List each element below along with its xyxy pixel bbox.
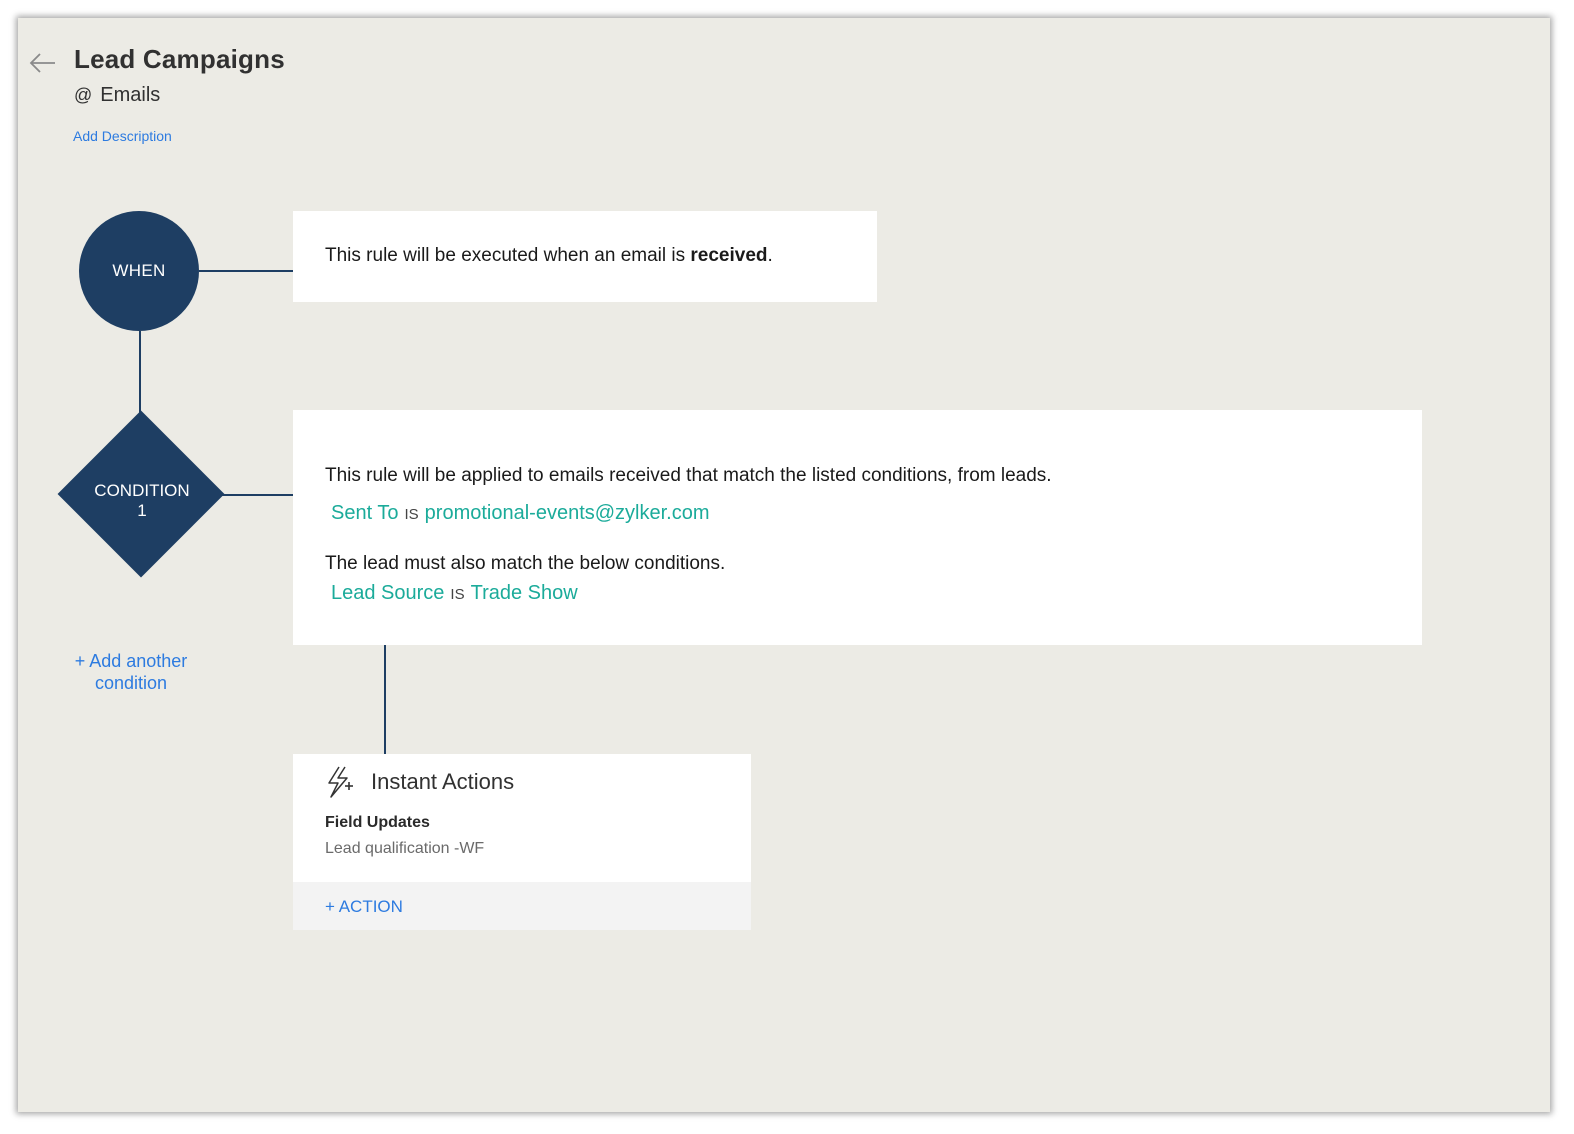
add-action-button[interactable]: + ACTION bbox=[325, 897, 403, 917]
criteria-field: Lead Source bbox=[331, 582, 445, 604]
instant-actions-header: Instant Actions bbox=[325, 766, 514, 798]
condition-criteria-sent-to: Sent To IS promotional-events@zylker.com bbox=[331, 502, 710, 525]
lead-conditions-intro: The lead must also match the below condi… bbox=[325, 553, 726, 574]
when-description: This rule will be executed when an email… bbox=[325, 245, 773, 267]
instant-actions-card: Instant Actions Field Updates Lead quali… bbox=[293, 754, 751, 930]
instant-actions-title: Instant Actions bbox=[371, 769, 515, 794]
when-text-prefix: This rule will be executed when an email… bbox=[325, 245, 691, 266]
workflow-canvas: Lead Campaigns @ Emails Add Description W… bbox=[18, 18, 1550, 1112]
criteria-value: promotional-events@zylker.com bbox=[424, 502, 710, 524]
when-to-card-connector bbox=[199, 270, 293, 272]
field-update-item[interactable]: Lead qualification -WF bbox=[325, 840, 484, 858]
condition-node-title: CONDITION bbox=[94, 481, 190, 500]
instant-actions-footer: + ACTION bbox=[293, 882, 751, 930]
when-text-suffix: . bbox=[767, 245, 773, 266]
criteria-field: Sent To bbox=[331, 502, 399, 524]
condition-node-label: CONDITION 1 bbox=[72, 481, 212, 521]
add-description-link[interactable]: Add Description bbox=[73, 128, 172, 144]
module-name: Emails bbox=[100, 84, 161, 106]
lightning-plus-icon bbox=[328, 766, 353, 798]
condition-to-action-connector bbox=[384, 645, 386, 754]
condition-node-number: 1 bbox=[137, 501, 147, 520]
add-another-condition-line1: + Add another bbox=[74, 651, 188, 671]
criteria-operator: IS bbox=[450, 586, 465, 603]
condition-to-card-connector bbox=[218, 494, 293, 496]
back-arrow-icon[interactable] bbox=[28, 50, 58, 76]
module-subtitle: @ Emails bbox=[74, 84, 160, 107]
field-updates-label: Field Updates bbox=[325, 814, 430, 831]
page-title: Lead Campaigns bbox=[74, 44, 285, 74]
condition-criteria-lead-source: Lead Source IS Trade Show bbox=[331, 582, 578, 605]
condition-card[interactable]: This rule will be applied to emails rece… bbox=[293, 410, 1422, 645]
when-card[interactable]: This rule will be executed when an email… bbox=[293, 211, 877, 302]
add-another-condition-link[interactable]: + Add another condition bbox=[58, 650, 204, 694]
when-trigger-event: received bbox=[690, 245, 768, 266]
condition-intro: This rule will be applied to emails rece… bbox=[325, 465, 1052, 486]
add-another-condition-line2: condition bbox=[94, 673, 168, 693]
criteria-operator: IS bbox=[404, 506, 419, 523]
when-node[interactable]: WHEN bbox=[79, 211, 199, 331]
criteria-value: Trade Show bbox=[470, 582, 578, 604]
when-node-label: WHEN bbox=[112, 261, 166, 280]
when-to-condition-connector bbox=[139, 331, 141, 415]
at-icon: @ bbox=[74, 85, 93, 105]
